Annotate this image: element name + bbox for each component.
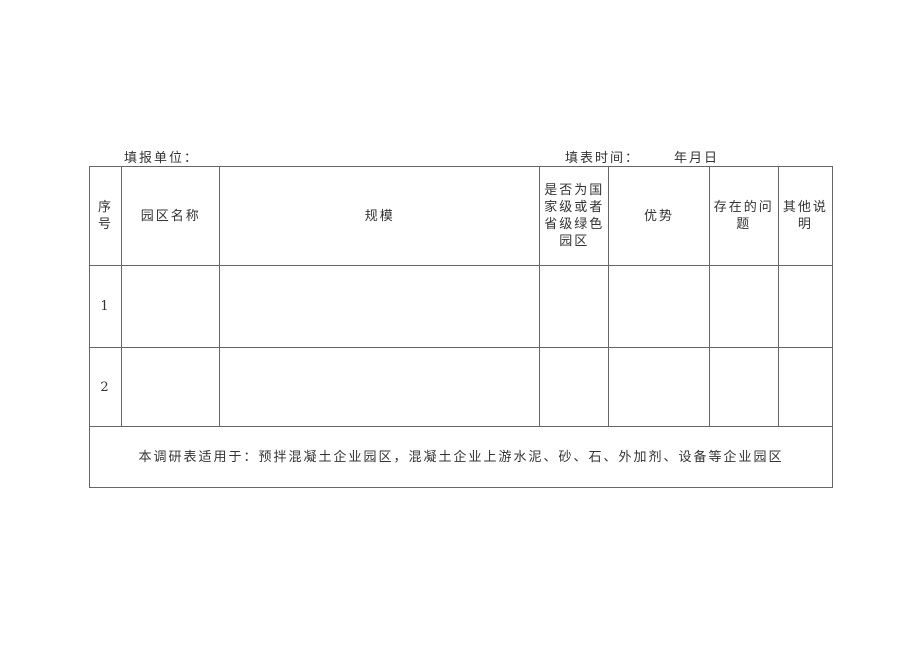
table-note-row: 本调研表适用于：预拌混凝土企业园区，混凝土企业上游水泥、砂、石、外加剂、设备等企… (89, 426, 833, 488)
reporting-unit-label: 填报单位： (124, 151, 200, 166)
header-advantage: 优势 (608, 166, 710, 266)
applicability-note: 本调研表适用于：预拌混凝土企业园区，混凝土企业上游水泥、砂、石、外加剂、设备等企… (89, 426, 833, 488)
header-other-notes: 其他说明 (777, 166, 834, 266)
header-problems: 存在的问题 (708, 166, 779, 266)
table-row: 2 (88, 347, 834, 427)
cell-green-park[interactable] (539, 347, 610, 427)
cell-other-notes[interactable] (777, 347, 834, 427)
cell-park-name[interactable] (121, 265, 221, 348)
cell-scale[interactable] (219, 347, 541, 427)
row-seq: 2 (88, 347, 123, 427)
header-green-park: 是否为国家级或者省级绿色园区 (539, 166, 610, 266)
header-scale: 规模 (219, 166, 541, 266)
fill-time-label: 填表时间： (565, 151, 641, 166)
header-park-name: 园区名称 (121, 166, 221, 266)
date-label: 年月日 (674, 151, 720, 166)
header-seq: 序号 (88, 166, 123, 266)
cell-problems[interactable] (708, 347, 779, 427)
survey-table: 序号 园区名称 规模 是否为国家级或者省级绿色园区 优势 存在的问题 其他说明 … (88, 166, 834, 488)
cell-other-notes[interactable] (777, 265, 834, 348)
table-header-row: 序号 园区名称 规模 是否为国家级或者省级绿色园区 优势 存在的问题 其他说明 (88, 166, 834, 266)
row-seq: 1 (88, 265, 123, 348)
cell-park-name[interactable] (121, 347, 221, 427)
cell-green-park[interactable] (539, 265, 610, 348)
cell-advantage[interactable] (608, 347, 710, 427)
cell-advantage[interactable] (608, 265, 710, 348)
cell-scale[interactable] (219, 265, 541, 348)
cell-problems[interactable] (708, 265, 779, 348)
table-row: 1 (88, 265, 834, 348)
